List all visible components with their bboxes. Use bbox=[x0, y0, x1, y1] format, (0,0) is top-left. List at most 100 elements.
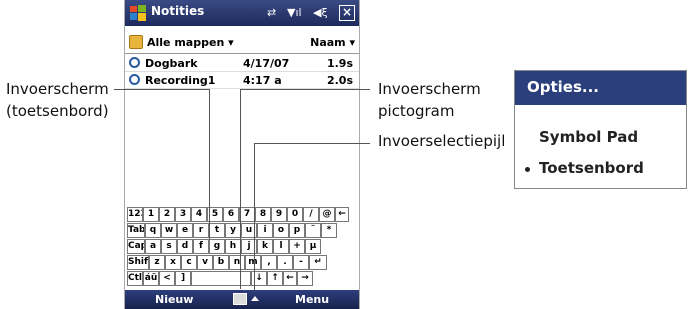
keyboard-key[interactable]: Shift bbox=[127, 255, 149, 270]
keyboard-key[interactable]: 8 bbox=[255, 207, 271, 222]
keyboard-key[interactable]: ] bbox=[175, 271, 191, 286]
callout-line bbox=[254, 143, 255, 291]
callout-input-icon: Invoerscherm pictogram bbox=[378, 80, 481, 120]
keyboard-key[interactable]: l bbox=[273, 239, 289, 254]
recording-duration: 1.9s bbox=[326, 57, 353, 70]
keyboard-key[interactable]: a bbox=[145, 239, 161, 254]
recording-duration: 2.0s bbox=[326, 74, 353, 87]
keyboard-key[interactable]: m bbox=[245, 255, 261, 270]
options-menu: Opties... Symbol Pad Toetsenbord bbox=[514, 70, 687, 189]
keyboard-key[interactable]: 2 bbox=[159, 207, 175, 222]
recording-date: 4:17 a bbox=[243, 74, 282, 87]
keyboard-key[interactable]: Ctl bbox=[127, 271, 143, 286]
keyboard-key[interactable]: b bbox=[213, 255, 229, 270]
keyboard-key[interactable]: ← bbox=[283, 271, 297, 286]
keyboard-key[interactable]: x bbox=[165, 255, 181, 270]
app-title: Notities bbox=[151, 4, 205, 18]
keyboard-key[interactable]: 6 bbox=[223, 207, 239, 222]
windows-logo-icon[interactable] bbox=[129, 4, 147, 22]
connectivity-icon[interactable]: ⇄ bbox=[267, 5, 276, 21]
keyboard-key[interactable]: p bbox=[289, 223, 305, 238]
recording-icon bbox=[129, 57, 140, 68]
keyboard-key[interactable]: h bbox=[225, 239, 241, 254]
device-screen: Notities ⇄ ▼ıl ◀ξ × Alle mappen ▾ Naam ▾… bbox=[124, 0, 360, 309]
keyboard-key[interactable]: d bbox=[177, 239, 193, 254]
keyboard-key[interactable]: 7 bbox=[239, 207, 255, 222]
recording-icon bbox=[129, 74, 140, 85]
keyboard-key[interactable]: f bbox=[193, 239, 209, 254]
callout-line bbox=[114, 89, 209, 90]
keyboard-key[interactable]: g bbox=[209, 239, 225, 254]
keyboard-key[interactable]: v bbox=[197, 255, 213, 270]
keyboard-key[interactable]: k bbox=[257, 239, 273, 254]
keyboard-key[interactable]: z bbox=[149, 255, 165, 270]
menu-bar: Nieuw Menu bbox=[125, 290, 359, 309]
divider bbox=[125, 53, 359, 54]
keyboard-key[interactable]: / bbox=[303, 207, 319, 222]
new-button[interactable]: Nieuw bbox=[155, 293, 193, 306]
menu-item-toetsenbord[interactable]: Toetsenbord bbox=[539, 159, 644, 177]
keyboard-key[interactable]: @ bbox=[319, 207, 335, 222]
keyboard-key[interactable]: áü bbox=[143, 271, 159, 286]
options-title: Opties... bbox=[527, 78, 599, 96]
keyboard-key[interactable]: ← bbox=[335, 207, 349, 222]
volume-icon[interactable]: ◀ξ bbox=[313, 5, 328, 21]
keyboard-key[interactable]: s bbox=[161, 239, 177, 254]
keyboard-key[interactable]: e bbox=[177, 223, 193, 238]
callout-selector-arrow: Invoerselectiepijl bbox=[378, 132, 506, 150]
keyboard-key[interactable]: y bbox=[225, 223, 241, 238]
keyboard-key[interactable]: 123 bbox=[127, 207, 143, 222]
recording-name: Recording1 bbox=[145, 74, 216, 87]
keyboard-input-panel[interactable]: 1231234567890/@←Tabqwertyuiop¨*Capasdfgh… bbox=[127, 207, 357, 287]
keyboard-key[interactable]: < bbox=[159, 271, 175, 286]
signal-icon[interactable]: ▼ıl bbox=[287, 5, 302, 21]
close-button[interactable]: × bbox=[339, 5, 355, 21]
keyboard-key[interactable]: i bbox=[257, 223, 273, 238]
options-header[interactable]: Opties... bbox=[515, 71, 686, 105]
keyboard-key[interactable]: ↵ bbox=[309, 255, 327, 270]
keyboard-key-space[interactable] bbox=[191, 271, 251, 286]
keyboard-key[interactable]: - bbox=[293, 255, 309, 270]
keyboard-key[interactable]: w bbox=[161, 223, 177, 238]
callout-input-panel: Invoerscherm (toetsenbord) bbox=[6, 80, 109, 120]
list-item[interactable]: Recording1 4:17 a 2.0s bbox=[125, 72, 359, 89]
keyboard-key[interactable]: ↑ bbox=[267, 271, 283, 286]
keyboard-key[interactable]: r bbox=[193, 223, 209, 238]
list-item[interactable]: Dogbark 4/17/07 1.9s bbox=[125, 55, 359, 72]
callout-line bbox=[240, 89, 241, 289]
keyboard-icon[interactable] bbox=[233, 293, 247, 305]
recording-date: 4/17/07 bbox=[243, 57, 290, 70]
callout-line bbox=[209, 89, 210, 239]
input-selector-arrow-icon[interactable] bbox=[251, 296, 259, 301]
title-bar: Notities ⇄ ▼ıl ◀ξ × bbox=[125, 0, 359, 26]
callout-line bbox=[240, 89, 370, 90]
selected-bullet-icon bbox=[525, 167, 530, 172]
keyboard-key[interactable]: t bbox=[209, 223, 225, 238]
keyboard-key[interactable]: , bbox=[261, 255, 277, 270]
keyboard-key[interactable]: o bbox=[273, 223, 289, 238]
folder-toolbar: Alle mappen ▾ Naam ▾ bbox=[125, 33, 359, 53]
menu-item-symbol-pad[interactable]: Symbol Pad bbox=[539, 128, 638, 146]
keyboard-key[interactable]: q bbox=[145, 223, 161, 238]
callout-line bbox=[254, 143, 370, 144]
keyboard-key[interactable]: . bbox=[277, 255, 293, 270]
keyboard-key[interactable]: 1 bbox=[143, 207, 159, 222]
keyboard-key[interactable]: → bbox=[297, 271, 313, 286]
keyboard-key[interactable]: 9 bbox=[271, 207, 287, 222]
keyboard-key[interactable]: * bbox=[321, 223, 337, 238]
keyboard-key[interactable]: 4 bbox=[191, 207, 207, 222]
sort-dropdown[interactable]: Naam ▾ bbox=[310, 36, 355, 49]
keyboard-key[interactable]: Cap bbox=[127, 239, 145, 254]
recording-name: Dogbark bbox=[145, 57, 198, 70]
keyboard-key[interactable]: c bbox=[181, 255, 197, 270]
keyboard-key[interactable]: µ bbox=[305, 239, 321, 254]
keyboard-key[interactable]: 3 bbox=[175, 207, 191, 222]
keyboard-key[interactable]: 0 bbox=[287, 207, 303, 222]
keyboard-key[interactable]: Tab bbox=[127, 223, 145, 238]
keyboard-key[interactable]: ¨ bbox=[305, 223, 321, 238]
menu-button[interactable]: Menu bbox=[295, 293, 329, 306]
keyboard-key[interactable]: n bbox=[229, 255, 245, 270]
keyboard-key[interactable]: + bbox=[289, 239, 305, 254]
folder-dropdown[interactable]: Alle mappen ▾ bbox=[147, 36, 234, 49]
folder-icon bbox=[129, 35, 143, 49]
